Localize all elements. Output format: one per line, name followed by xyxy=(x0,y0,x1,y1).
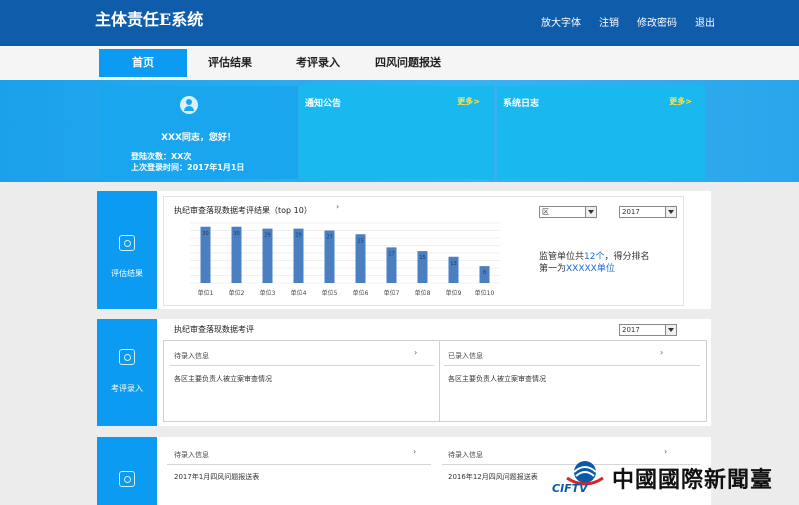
chart-title: 执纪审查落现数据考评结果（top 10） xyxy=(174,206,312,215)
bar-data-label: 13 xyxy=(450,261,456,267)
pending-list-item[interactable]: 各区主要负责人被立案审查情况 xyxy=(174,374,272,384)
bar-data-label: 8 xyxy=(483,270,486,276)
x-tick-label: 单位2 xyxy=(229,289,245,297)
edit-form-icon xyxy=(119,349,135,365)
report-left-chevron-icon[interactable]: › xyxy=(413,447,416,456)
bar-data-label: 25 xyxy=(357,238,363,244)
region-select-value: 区 xyxy=(542,208,549,216)
x-tick-label: 单位1 xyxy=(198,289,214,297)
bar-data-label: 30 xyxy=(233,231,239,237)
entry-year-value: 2017 xyxy=(622,326,640,334)
watermark-en: CIFTV xyxy=(552,482,588,495)
chevron-down-icon xyxy=(665,325,676,335)
report-item-2017-01[interactable]: 2017年1月四风问题报送表 xyxy=(174,472,259,482)
top-unit-link[interactable]: XXXXX单位 xyxy=(566,264,615,274)
eval-results-label: 评估结果 xyxy=(111,269,143,278)
eval-chart-box: 执纪审查落现数据考评结果（top 10） › 30 单位1 30 单位2 29 单位3 29… xyxy=(163,196,684,306)
column-divider xyxy=(439,341,440,421)
eval-entry-tile[interactable]: 考评录入 xyxy=(97,319,157,426)
eval-entry-label: 考评录入 xyxy=(111,384,143,393)
enlarge-font-link[interactable]: 放大字体 xyxy=(541,14,581,29)
entered-header: 已录入信息 xyxy=(448,352,483,360)
x-tick-label: 单位3 xyxy=(260,289,276,297)
divider xyxy=(170,365,434,366)
report-right-chevron-icon[interactable]: › xyxy=(664,447,667,456)
ranking-summary: 监管单位共12个，得分排名 第一为XXXXX单位 xyxy=(539,251,649,275)
entry-title: 执纪审查落现数据考评 xyxy=(174,325,254,334)
login-info: 登陆次数：XX次 上次登录时间：2017年1月1日 xyxy=(131,151,244,173)
rank-text-a: 监管单位共 xyxy=(539,252,585,262)
system-log-card: 系统日志 更多> xyxy=(497,86,706,179)
region-select[interactable]: 区 xyxy=(539,206,597,218)
notice-more-link[interactable]: 更多> xyxy=(457,96,480,107)
tab-home[interactable]: 首页 xyxy=(99,49,187,77)
x-tick-label: 单位9 xyxy=(446,289,462,297)
system-log-more-link[interactable]: 更多> xyxy=(669,96,692,107)
entered-chevron-icon[interactable]: › xyxy=(660,348,663,357)
user-card: XXX同志，您好！ 登陆次数：XX次 上次登录时间：2017年1月1日 xyxy=(99,86,298,179)
x-tick-label: 单位4 xyxy=(291,289,307,297)
bar-chart: 30 单位1 30 单位2 29 单位3 29 单位4 27 单位5 25 单位6 17 单位7 15 单位8… xyxy=(190,222,500,297)
user-avatar-icon xyxy=(180,96,198,114)
report-tile[interactable] xyxy=(97,437,157,505)
user-greeting: XXX同志，您好！ xyxy=(161,133,236,143)
pending-header: 待录入信息 xyxy=(174,352,209,360)
report-pending-header: 待录入信息 xyxy=(174,451,209,459)
logout-link[interactable]: 注销 xyxy=(599,14,619,29)
entry-year-select[interactable]: 2017 xyxy=(619,324,677,336)
eval-results-panel: 评估结果 执纪审查落现数据考评结果（top 10） › 30 单位1 30 单位2 29… xyxy=(97,191,711,309)
notice-card: 通知公告 更多> xyxy=(299,86,494,179)
x-tick-label: 单位6 xyxy=(353,289,369,297)
bar-data-label: 17 xyxy=(388,251,394,257)
chevron-down-icon xyxy=(585,207,596,217)
report-item-2016-12[interactable]: 2016年12月四风问题报送表 xyxy=(448,472,538,482)
rank-text-b: ，得分排名 xyxy=(604,252,650,262)
unit-count: 12个 xyxy=(584,252,605,262)
bar-data-label: 27 xyxy=(326,235,332,241)
x-tick-label: 单位10 xyxy=(475,289,495,297)
notice-title: 通知公告 xyxy=(305,99,342,109)
x-tick-label: 单位7 xyxy=(384,289,400,297)
entry-list-box: 待录入信息 › 已录入信息 › 各区主要负责人被立案审查情况 各区主要负责人被立… xyxy=(163,340,707,422)
exit-link[interactable]: 退出 xyxy=(695,14,715,29)
top-header: 主体责任E系统 放大字体 注销 修改密码 退出 xyxy=(0,0,799,46)
divider xyxy=(444,365,700,366)
eval-results-tile[interactable]: 评估结果 xyxy=(97,191,157,309)
eval-results-icon xyxy=(119,235,135,251)
pending-chevron-icon[interactable]: › xyxy=(414,348,417,357)
bar-data-label: 30 xyxy=(202,231,208,237)
login-count: 登陆次数：XX次 xyxy=(131,152,192,161)
eval-entry-panel: 考评录入 执纪审查落现数据考评 2017 待录入信息 › 已录入信息 › 各区主… xyxy=(97,319,711,426)
year-select[interactable]: 2017 xyxy=(619,206,677,218)
welcome-banner: XXX同志，您好！ 登陆次数：XX次 上次登录时间：2017年1月1日 通知公告… xyxy=(0,80,799,182)
main-nav: 首页 评估结果 考评录入 四风问题报送 xyxy=(0,46,799,80)
chart-chevron-icon[interactable]: › xyxy=(336,202,339,211)
change-password-link[interactable]: 修改密码 xyxy=(637,14,677,29)
year-select-value: 2017 xyxy=(622,208,640,216)
bar-data-label: 29 xyxy=(264,233,270,239)
bar-data-label: 15 xyxy=(419,255,425,261)
chevron-down-icon xyxy=(665,207,676,217)
watermark-cn: 中國國際新聞臺 xyxy=(612,467,774,493)
top-links: 放大字体 注销 修改密码 退出 xyxy=(541,14,715,29)
x-tick-label: 单位8 xyxy=(415,289,431,297)
divider xyxy=(167,464,431,465)
x-tick-label: 单位5 xyxy=(322,289,338,297)
system-log-title: 系统日志 xyxy=(503,99,540,109)
app-title: 主体责任E系统 xyxy=(95,10,204,29)
tab-eval-entry[interactable]: 考评录入 xyxy=(278,49,358,77)
last-login-time: 上次登录时间：2017年1月1日 xyxy=(131,163,245,172)
tab-four-winds-report[interactable]: 四风问题报送 xyxy=(362,49,454,77)
bar-data-label: 29 xyxy=(295,233,301,239)
tab-eval-results[interactable]: 评估结果 xyxy=(190,49,270,77)
report-form-icon xyxy=(119,471,135,487)
rank-text-c: 第一为 xyxy=(539,264,567,274)
entered-list-item[interactable]: 各区主要负责人被立案审查情况 xyxy=(448,374,546,384)
report-right-header: 待录入信息 xyxy=(448,451,483,459)
